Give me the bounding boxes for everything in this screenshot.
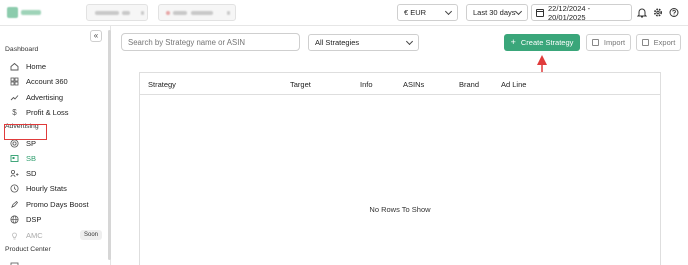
table-header: Strategy Target Info ASINs Brand Ad Line: [140, 73, 660, 95]
globe-icon: [9, 214, 20, 225]
sidebar-item-account-360[interactable]: Account 360: [9, 74, 105, 88]
strategy-filter-select[interactable]: All Strategies: [308, 34, 419, 51]
sidebar-item-promo-days-boost[interactable]: Promo Days Boost: [9, 197, 105, 211]
chevron-down-icon: [514, 7, 523, 15]
sidebar-item-label: Home: [26, 61, 47, 71]
home-icon: [9, 61, 20, 72]
import-button[interactable]: Import: [586, 34, 631, 51]
sidebar-scrollbar[interactable]: [108, 30, 111, 260]
plus-icon: +: [510, 37, 516, 47]
create-strategy-button[interactable]: + Create Strategy: [504, 34, 580, 51]
column-header-strategy[interactable]: Strategy: [148, 80, 176, 89]
bell-icon[interactable]: [636, 7, 648, 18]
product-icon: [9, 260, 20, 265]
sidebar-item-product-truncated[interactable]: [9, 258, 105, 265]
collapse-sidebar-button[interactable]: «: [90, 30, 102, 42]
sidebar-item-sb[interactable]: SB: [9, 151, 105, 165]
sidebar-item-label: Advertising: [26, 92, 64, 102]
top-bar: € EUR Last 30 days 22/12/2024 - 20/01/20…: [0, 0, 688, 26]
sidebar-item-profit-loss[interactable]: $ Profit & Loss: [9, 105, 105, 119]
soon-badge: Soon: [80, 230, 103, 240]
section-title-dashboard: Dashboard: [5, 46, 39, 53]
currency-value: € EUR: [404, 8, 427, 17]
sidebar-item-home[interactable]: Home: [9, 59, 105, 73]
export-icon: [641, 39, 649, 46]
date-range-value: 22/12/2024 - 20/01/2025: [548, 3, 591, 22]
search-input[interactable]: [121, 33, 300, 51]
sidebar-item-advertising[interactable]: Advertising: [9, 90, 105, 104]
rocket-icon: [9, 199, 20, 210]
sidebar-item-label: AMC: [26, 230, 43, 240]
app-logo[interactable]: [7, 7, 43, 18]
column-header-ad-line[interactable]: Ad Line: [501, 80, 526, 89]
sidebar-item-label: Hourly Stats: [26, 183, 67, 193]
dollar-icon: $: [12, 107, 17, 117]
import-icon: [591, 39, 599, 46]
column-header-brand[interactable]: Brand: [459, 80, 479, 89]
date-range-picker[interactable]: 22/12/2024 - 20/01/2025: [531, 3, 632, 22]
annotation-highlight-box: [4, 124, 47, 140]
sidebar-item-label: DSP: [26, 214, 42, 224]
sidebar-item-hourly-stats[interactable]: Hourly Stats: [9, 181, 105, 195]
sidebar-item-label: Promo Days Boost: [26, 199, 89, 209]
export-label: Export: [653, 38, 676, 47]
currency-select[interactable]: € EUR: [397, 4, 458, 21]
sidebar-item-dsp[interactable]: DSP: [9, 212, 105, 226]
sb-icon: [9, 153, 20, 164]
sidebar-item-label: Account 360: [26, 76, 68, 86]
sidebar-item-label: SD: [26, 168, 37, 178]
grid-icon: [9, 76, 20, 87]
column-header-info[interactable]: Info: [360, 80, 373, 89]
sidebar-item-label: SB: [26, 153, 37, 163]
marketplace-selector[interactable]: [158, 4, 236, 21]
clock-icon: [9, 183, 20, 194]
sidebar-item-sd[interactable]: SD: [9, 166, 105, 180]
sidebar-item-amc: AMC Soon: [9, 228, 105, 242]
gear-icon[interactable]: [653, 7, 663, 18]
strategy-filter-value: All Strategies: [315, 38, 360, 47]
period-value: Last 30 days: [473, 8, 516, 17]
sd-icon: [9, 168, 20, 179]
account-selector[interactable]: [86, 4, 148, 21]
export-button[interactable]: Export: [636, 34, 681, 51]
import-label: Import: [603, 38, 626, 47]
chevron-down-icon: [405, 37, 414, 45]
calendar-icon: [536, 8, 544, 17]
create-strategy-label: Create Strategy: [520, 38, 574, 47]
trend-icon: [9, 92, 20, 103]
section-title-product-center: Product Center: [5, 246, 51, 253]
column-header-asins[interactable]: ASINs: [403, 80, 424, 89]
strategies-table: Strategy Target Info ASINs Brand Ad Line…: [139, 72, 661, 265]
help-icon[interactable]: [669, 7, 679, 18]
bulb-icon: [9, 230, 20, 241]
sidebar-item-label: Profit & Loss: [26, 107, 69, 117]
chevron-down-icon: [444, 7, 453, 15]
empty-table-message: No Rows To Show: [369, 205, 431, 214]
period-select[interactable]: Last 30 days: [466, 4, 528, 21]
column-header-target[interactable]: Target: [290, 80, 311, 89]
